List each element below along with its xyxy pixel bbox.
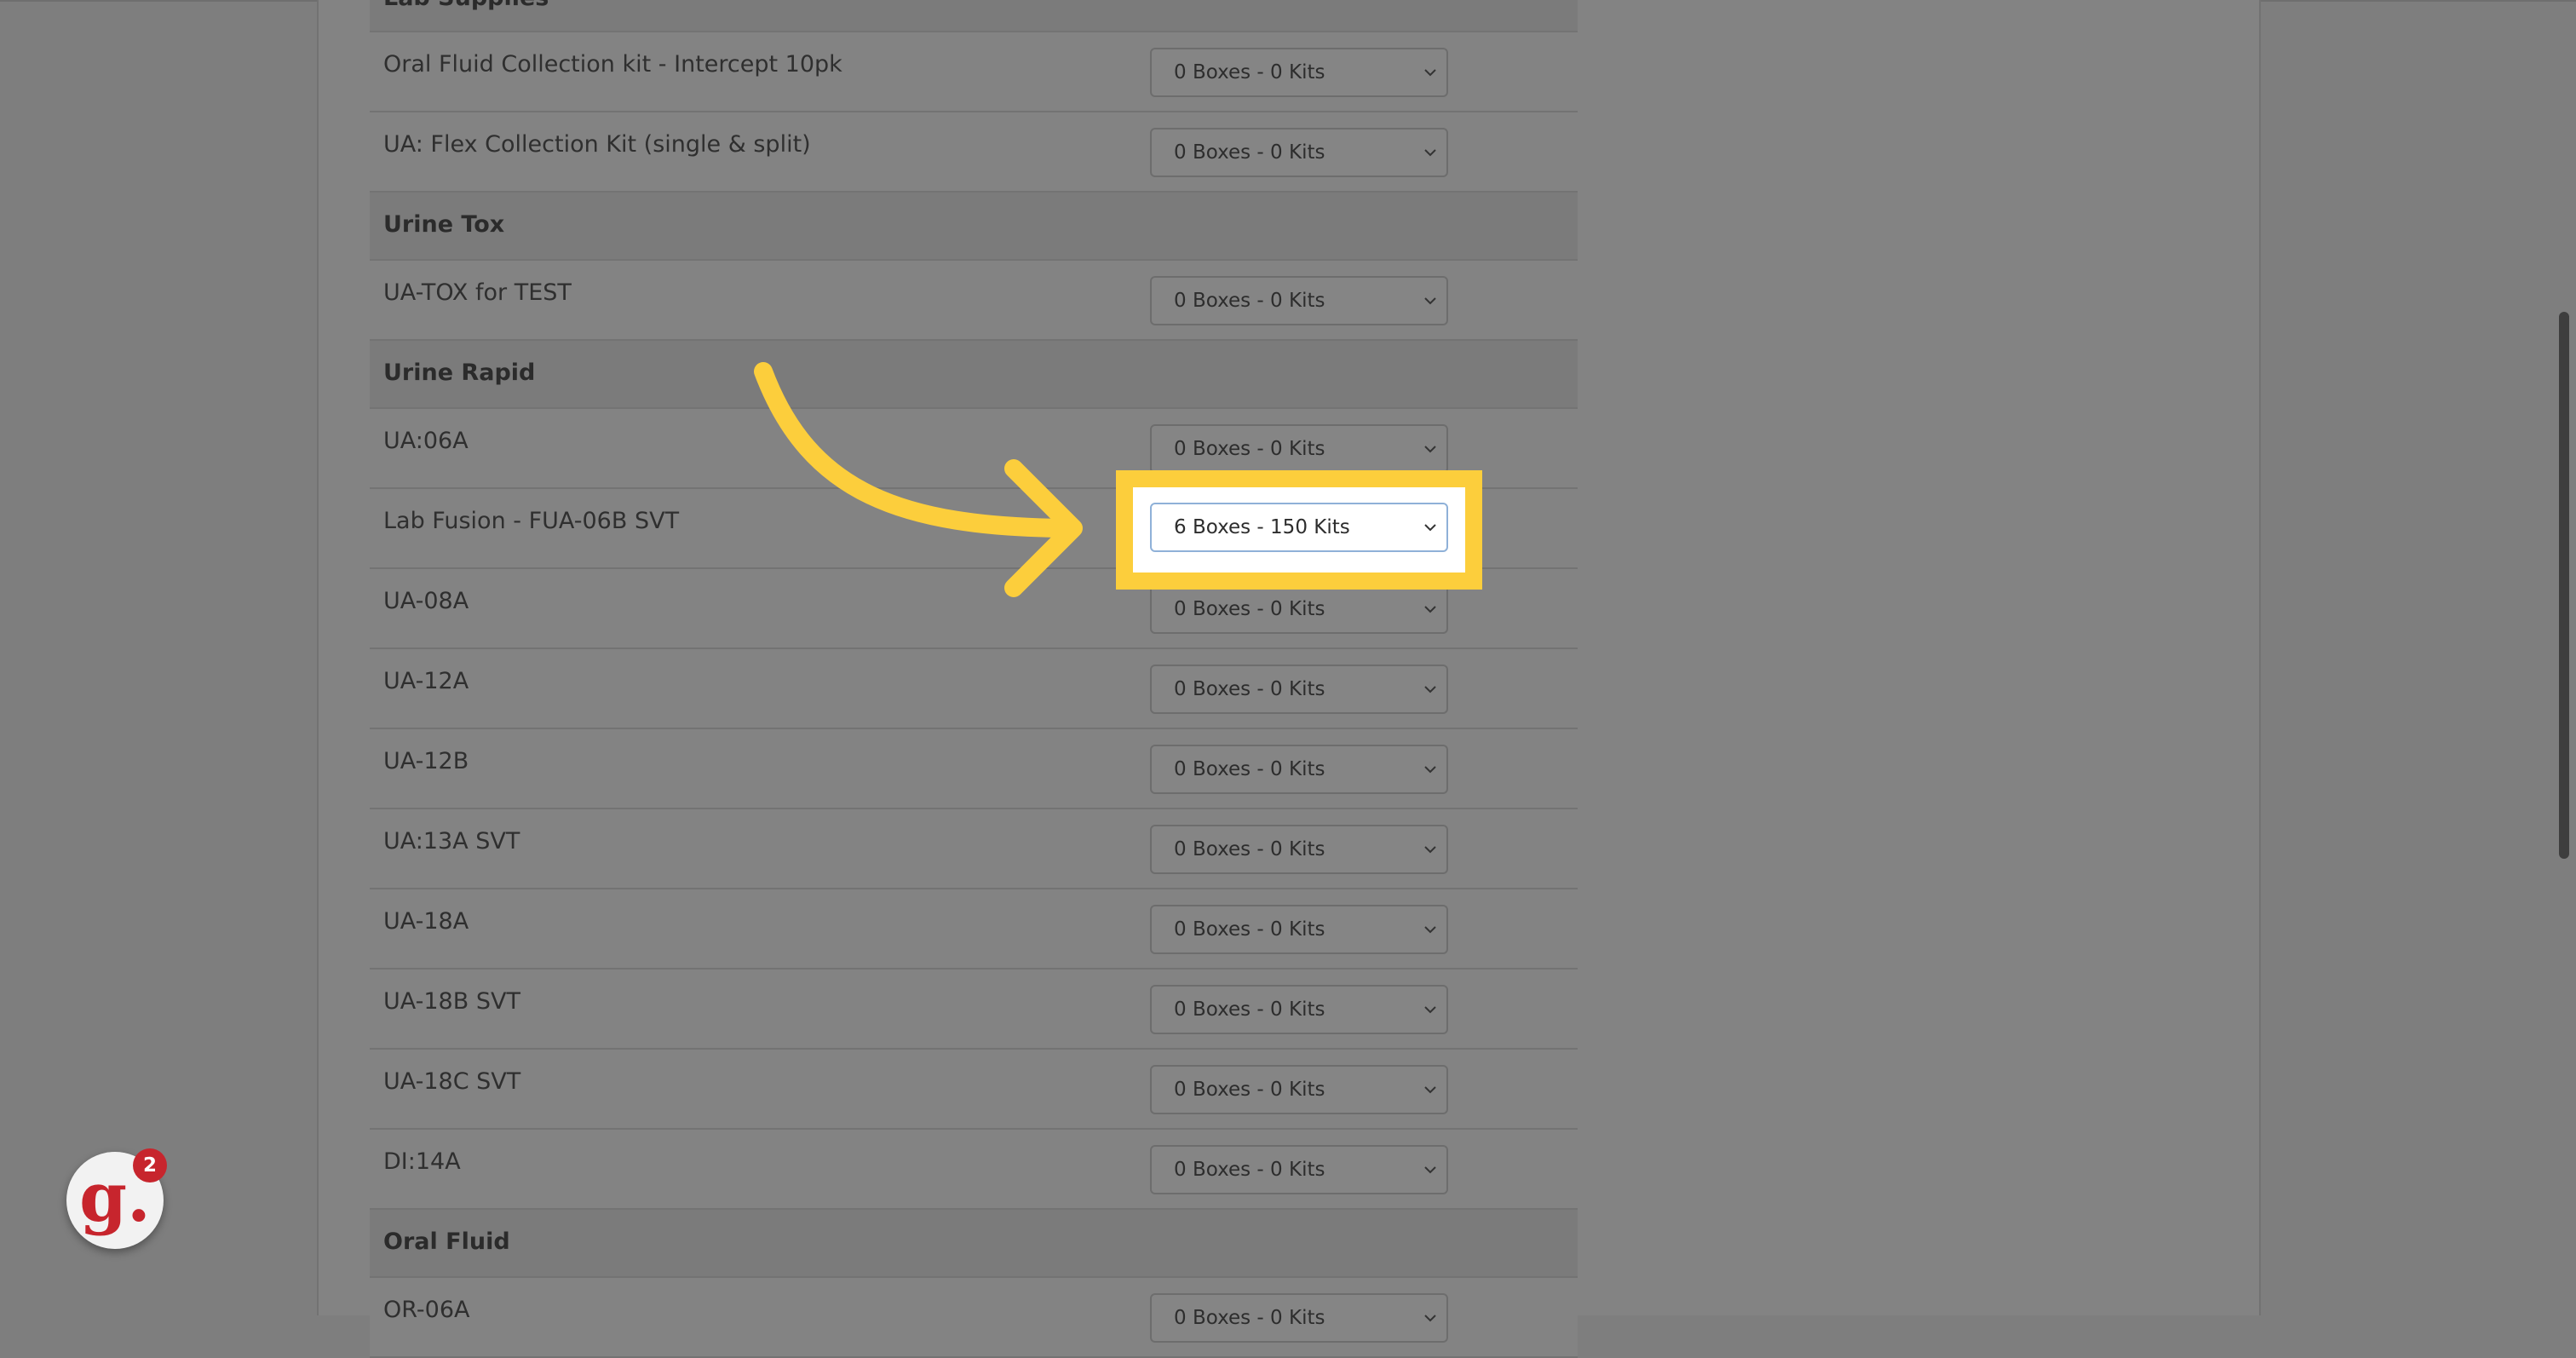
- table-row: OR-06A 0 Boxes - 0 Kits: [370, 1278, 1578, 1358]
- product-name: Lab Fusion - FUA-06B SVT: [383, 508, 680, 534]
- quantity-select[interactable]: 0 Boxes - 0 Kits: [1150, 985, 1448, 1034]
- quantity-select[interactable]: 0 Boxes - 0 Kits: [1150, 48, 1448, 97]
- quantity-select[interactable]: 0 Boxes - 0 Kits: [1150, 745, 1448, 794]
- notification-count-badge: 2: [133, 1148, 167, 1182]
- quantity-select[interactable]: 0 Boxes - 0 Kits: [1150, 276, 1448, 325]
- chevron-down-icon: [1424, 606, 1436, 613]
- table-row: UA-18B SVT 0 Boxes - 0 Kits: [370, 970, 1578, 1050]
- product-name: UA-18C SVT: [383, 1068, 521, 1095]
- product-name: UA-TOX for TEST: [383, 279, 572, 306]
- chevron-down-icon: [1424, 1315, 1436, 1322]
- table-row: UA:13A SVT 0 Boxes - 0 Kits: [370, 809, 1578, 889]
- table-row: DI:14A 0 Boxes - 0 Kits: [370, 1130, 1578, 1210]
- select-value: 0 Boxes - 0 Kits: [1174, 598, 1325, 620]
- select-value: 0 Boxes - 0 Kits: [1174, 678, 1325, 700]
- chevron-down-icon: [1424, 686, 1436, 693]
- category-label: Oral Fluid: [383, 1229, 510, 1255]
- product-name: UA-18A: [383, 908, 469, 935]
- select-value: 0 Boxes - 0 Kits: [1174, 1159, 1325, 1181]
- chevron-down-icon: [1424, 149, 1436, 157]
- quantity-select[interactable]: 0 Boxes - 0 Kits: [1150, 665, 1448, 714]
- chevron-down-icon: [1424, 766, 1436, 774]
- select-value: 0 Boxes - 0 Kits: [1174, 838, 1325, 860]
- product-name: UA:13A SVT: [383, 828, 520, 855]
- category-header: Oral Fluid: [370, 1210, 1578, 1278]
- category-header: Lab Supplies: [370, 0, 1578, 32]
- select-value: 6 Boxes - 150 Kits: [1174, 516, 1350, 538]
- product-name: UA-08A: [383, 588, 469, 614]
- table-row: UA-18A 0 Boxes - 0 Kits: [370, 889, 1578, 970]
- quantity-select[interactable]: 0 Boxes - 0 Kits: [1150, 905, 1448, 954]
- quantity-select[interactable]: 0 Boxes - 0 Kits: [1150, 1145, 1448, 1194]
- select-value: 0 Boxes - 0 Kits: [1174, 998, 1325, 1021]
- product-name: OR-06A: [383, 1297, 470, 1323]
- category-header: Urine Tox: [370, 193, 1578, 261]
- quantity-select[interactable]: 0 Boxes - 0 Kits: [1150, 128, 1448, 177]
- select-value: 0 Boxes - 0 Kits: [1174, 758, 1325, 780]
- table-row: UA-18C SVT 0 Boxes - 0 Kits: [370, 1050, 1578, 1130]
- table-row: UA-12B 0 Boxes - 0 Kits: [370, 729, 1578, 809]
- quantity-select[interactable]: 0 Boxes - 0 Kits: [1150, 825, 1448, 874]
- select-value: 0 Boxes - 0 Kits: [1174, 918, 1325, 941]
- select-value: 0 Boxes - 0 Kits: [1174, 290, 1325, 312]
- chevron-down-icon: [1424, 926, 1436, 934]
- product-name: UA-12A: [383, 668, 469, 694]
- product-name: UA:06A: [383, 428, 469, 454]
- tutorial-arrow-icon: [754, 362, 1083, 597]
- chevron-down-icon: [1424, 1086, 1436, 1094]
- product-name: UA: Flex Collection Kit (single & split): [383, 131, 811, 158]
- select-value: 0 Boxes - 0 Kits: [1174, 141, 1325, 164]
- table-row: Oral Fluid Collection kit - Intercept 10…: [370, 32, 1578, 112]
- chevron-down-icon: [1424, 297, 1436, 305]
- quantity-select[interactable]: 0 Boxes - 0 Kits: [1150, 584, 1448, 634]
- product-name: UA-12B: [383, 748, 469, 774]
- chevron-down-icon: [1424, 446, 1436, 453]
- quantity-select[interactable]: 0 Boxes - 0 Kits: [1150, 424, 1448, 474]
- help-widget-button[interactable]: g. 2: [66, 1148, 167, 1249]
- category-label: Lab Supplies: [383, 0, 549, 11]
- product-name: DI:14A: [383, 1148, 461, 1175]
- select-value: 0 Boxes - 0 Kits: [1174, 438, 1325, 460]
- scrollbar-thumb[interactable]: [2559, 312, 2569, 859]
- table-row: UA-12A 0 Boxes - 0 Kits: [370, 649, 1578, 729]
- chevron-down-icon: [1424, 1006, 1436, 1014]
- quantity-select[interactable]: 0 Boxes - 0 Kits: [1150, 1065, 1448, 1114]
- chevron-down-icon: [1424, 69, 1436, 77]
- chevron-down-icon: [1424, 846, 1436, 854]
- select-value: 0 Boxes - 0 Kits: [1174, 1307, 1325, 1329]
- product-name: Oral Fluid Collection kit - Intercept 10…: [383, 51, 842, 78]
- select-value: 0 Boxes - 0 Kits: [1174, 1079, 1325, 1101]
- table-row: UA-TOX for TEST 0 Boxes - 0 Kits: [370, 261, 1578, 341]
- chevron-down-icon: [1424, 1166, 1436, 1174]
- category-label: Urine Rapid: [383, 360, 536, 386]
- category-label: Urine Tox: [383, 211, 505, 238]
- select-value: 0 Boxes - 0 Kits: [1174, 61, 1325, 83]
- table-row: UA: Flex Collection Kit (single & split)…: [370, 112, 1578, 193]
- product-name: UA-18B SVT: [383, 988, 520, 1015]
- quantity-select-lab-fusion-fua-06b-svt[interactable]: 6 Boxes - 150 Kits: [1150, 503, 1448, 552]
- chevron-down-icon: [1424, 524, 1436, 532]
- quantity-select[interactable]: 0 Boxes - 0 Kits: [1150, 1293, 1448, 1343]
